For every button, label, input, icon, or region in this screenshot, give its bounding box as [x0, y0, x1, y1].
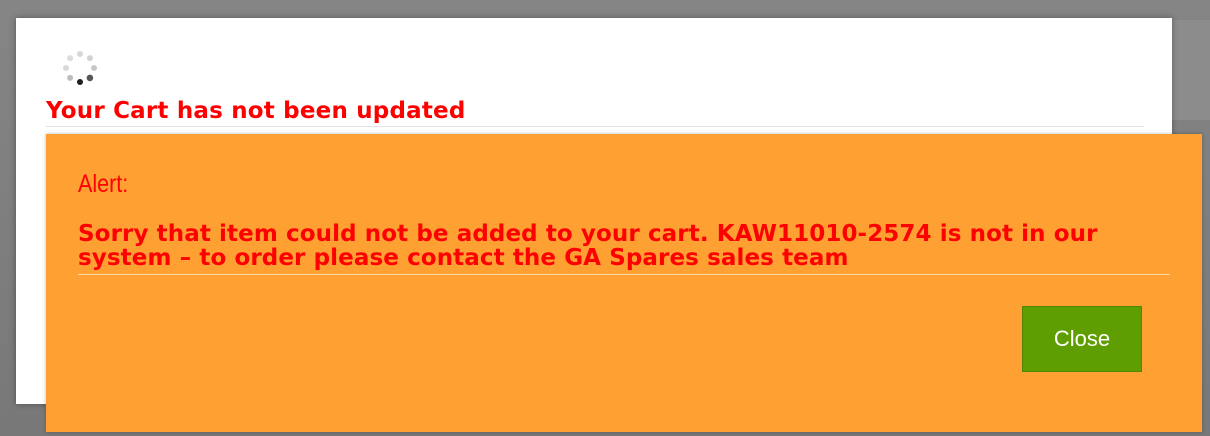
background-panel	[1172, 20, 1210, 120]
divider	[78, 274, 1170, 275]
divider	[46, 126, 1144, 127]
loading-spinner-icon	[63, 51, 97, 85]
cart-status-title: Your Cart has not been updated	[46, 98, 466, 124]
close-button[interactable]: Close	[1022, 306, 1142, 372]
alert-message: Sorry that item could not be added to yo…	[78, 221, 1098, 271]
alert-dialog: Alert: Sorry that item could not be adde…	[46, 134, 1202, 432]
alert-title: Alert:	[78, 170, 129, 198]
